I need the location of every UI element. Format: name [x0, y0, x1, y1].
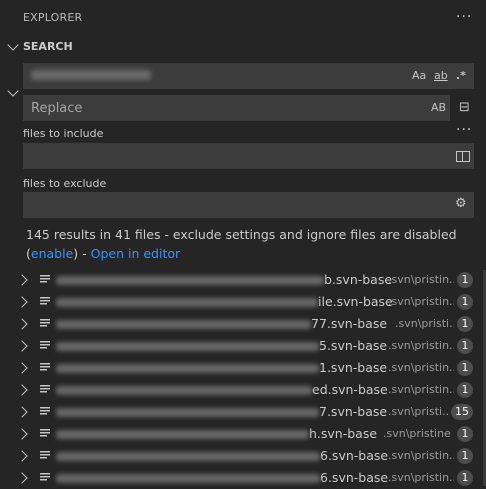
file-lines-icon [40, 363, 50, 371]
explorer-title: EXPLORER [23, 11, 83, 24]
result-file-name: 77.svn-base [56, 316, 387, 331]
result-file-name: ile.svn-base [56, 294, 393, 309]
toggle-replace-chevron-icon[interactable] [7, 85, 19, 97]
result-file-row[interactable]: 1.svn-base .svn\pristin... 1 [0, 357, 486, 379]
toggle-search-details-icon[interactable]: ··· [456, 123, 472, 137]
result-count-badge: 1 [457, 382, 473, 398]
results-summary-text: 145 results in 41 files - exclude settin… [26, 227, 457, 242]
chevron-right-icon[interactable] [16, 384, 28, 396]
file-lines-icon [40, 407, 50, 415]
files-to-exclude-input[interactable]: ⚙ [23, 192, 474, 218]
result-file-row[interactable]: h.svn-base .svn\pristine 1 [0, 423, 486, 445]
result-count-badge: 15 [451, 404, 473, 420]
result-file-name: ed.svn-base [56, 382, 388, 397]
redacted-filename [56, 474, 320, 483]
result-count-badge: 1 [457, 294, 473, 310]
result-file-name: 6.svn-base [56, 470, 388, 485]
result-file-name: 7.svn-base [56, 404, 387, 419]
results-summary: 145 results in 41 files - exclude settin… [26, 225, 476, 263]
redacted-filename [56, 408, 319, 417]
enable-link[interactable]: enable [31, 246, 73, 261]
redacted-filename [56, 430, 309, 439]
redacted-filename [56, 276, 324, 285]
redacted-filename [56, 364, 319, 373]
use-regex-toggle[interactable]: .* [456, 69, 466, 82]
chevron-right-icon[interactable] [16, 406, 28, 418]
result-count-badge: 1 [457, 470, 473, 486]
file-lines-icon [40, 275, 50, 283]
result-file-name: h.svn-base [56, 426, 377, 441]
result-file-path: .svn\pristin... [388, 339, 454, 352]
chevron-right-icon[interactable] [16, 450, 28, 462]
result-file-path: .svn\pristin... [388, 273, 454, 286]
result-file-row[interactable]: 6.svn-base .svn\pristin... 1 [0, 445, 486, 467]
replace-all-icon[interactable]: ⊟ [459, 100, 470, 115]
chevron-right-icon[interactable] [16, 472, 28, 484]
chevron-right-icon[interactable] [16, 274, 28, 286]
result-file-name: 1.svn-base [56, 360, 387, 375]
result-file-row[interactable]: 5.svn-base .svn\pristin... 1 [0, 335, 486, 357]
replace-input-placeholder: Replace [31, 101, 83, 116]
result-file-row[interactable]: 77.svn-base .svn\pristi... 1 [0, 313, 486, 335]
result-file-path: .svn\pristin... [388, 361, 454, 374]
more-actions-icon[interactable]: ··· [456, 10, 472, 24]
search-input[interactable]: Aa ab .* [23, 63, 474, 89]
result-count-badge: 1 [457, 316, 473, 332]
chevron-right-icon[interactable] [16, 362, 28, 374]
result-file-path: .svn\pristi... [388, 405, 449, 418]
file-lines-icon [40, 451, 50, 459]
result-file-row[interactable]: 7.svn-base .svn\pristi... 15 [0, 401, 486, 423]
chevron-right-icon[interactable] [16, 318, 28, 330]
search-section-header[interactable]: SEARCH [0, 36, 486, 58]
files-to-include-input[interactable] [23, 143, 474, 169]
search-section-title: SEARCH [23, 40, 73, 53]
file-lines-icon [40, 341, 50, 349]
search-input-value [31, 69, 151, 84]
result-file-row[interactable]: ile.svn-base .svn\pristin... 1 [0, 291, 486, 313]
result-file-path: .svn\pristin... [388, 295, 454, 308]
redacted-search-text [31, 70, 151, 80]
result-file-name: b.svn-base [56, 272, 392, 287]
chevron-down-icon [7, 39, 19, 51]
files-to-exclude-label: files to exclude [23, 177, 107, 190]
redacted-filename [56, 452, 320, 461]
open-in-editor-link[interactable]: Open in editor [91, 246, 181, 261]
result-file-path: .svn\pristi... [395, 317, 454, 330]
result-file-name: 6.svn-base [56, 448, 388, 463]
summary-separator: - [78, 246, 91, 261]
result-file-row[interactable]: ed.svn-base .svn\pristin... 1 [0, 379, 486, 401]
exclude-settings-gear-icon[interactable]: ⚙ [455, 196, 467, 211]
result-count-badge: 1 [457, 272, 473, 288]
file-lines-icon [40, 297, 50, 305]
chevron-right-icon[interactable] [16, 296, 28, 308]
search-only-open-editors-icon[interactable] [456, 151, 470, 162]
redacted-filename [56, 298, 318, 307]
redacted-filename [56, 386, 312, 395]
chevron-right-icon[interactable] [16, 340, 28, 352]
result-count-badge: 1 [457, 360, 473, 376]
match-case-toggle[interactable]: Aa [412, 69, 426, 82]
result-file-path: .svn\pristine [383, 427, 451, 440]
file-lines-icon [40, 385, 50, 393]
file-lines-icon [40, 429, 50, 437]
file-lines-icon [40, 473, 50, 481]
preserve-case-toggle[interactable]: AB [431, 101, 446, 114]
result-count-badge: 1 [457, 448, 473, 464]
result-file-name: 5.svn-base [56, 338, 387, 353]
result-count-badge: 1 [457, 338, 473, 354]
explorer-header: EXPLORER ··· [0, 0, 486, 36]
chevron-right-icon[interactable] [16, 428, 28, 440]
redacted-filename [56, 342, 319, 351]
file-lines-icon [40, 319, 50, 327]
result-count-badge: 1 [457, 426, 473, 442]
replace-input[interactable]: Replace AB [23, 95, 450, 121]
result-file-row[interactable]: b.svn-base .svn\pristin... 1 [0, 269, 486, 291]
result-file-path: .svn\pristin... [388, 449, 454, 462]
match-whole-word-toggle[interactable]: ab [434, 69, 448, 82]
redacted-filename [56, 320, 311, 329]
files-to-include-label: files to include [23, 127, 104, 140]
result-file-path: .svn\pristin... [388, 471, 454, 484]
result-file-path: .svn\pristin... [388, 383, 454, 396]
